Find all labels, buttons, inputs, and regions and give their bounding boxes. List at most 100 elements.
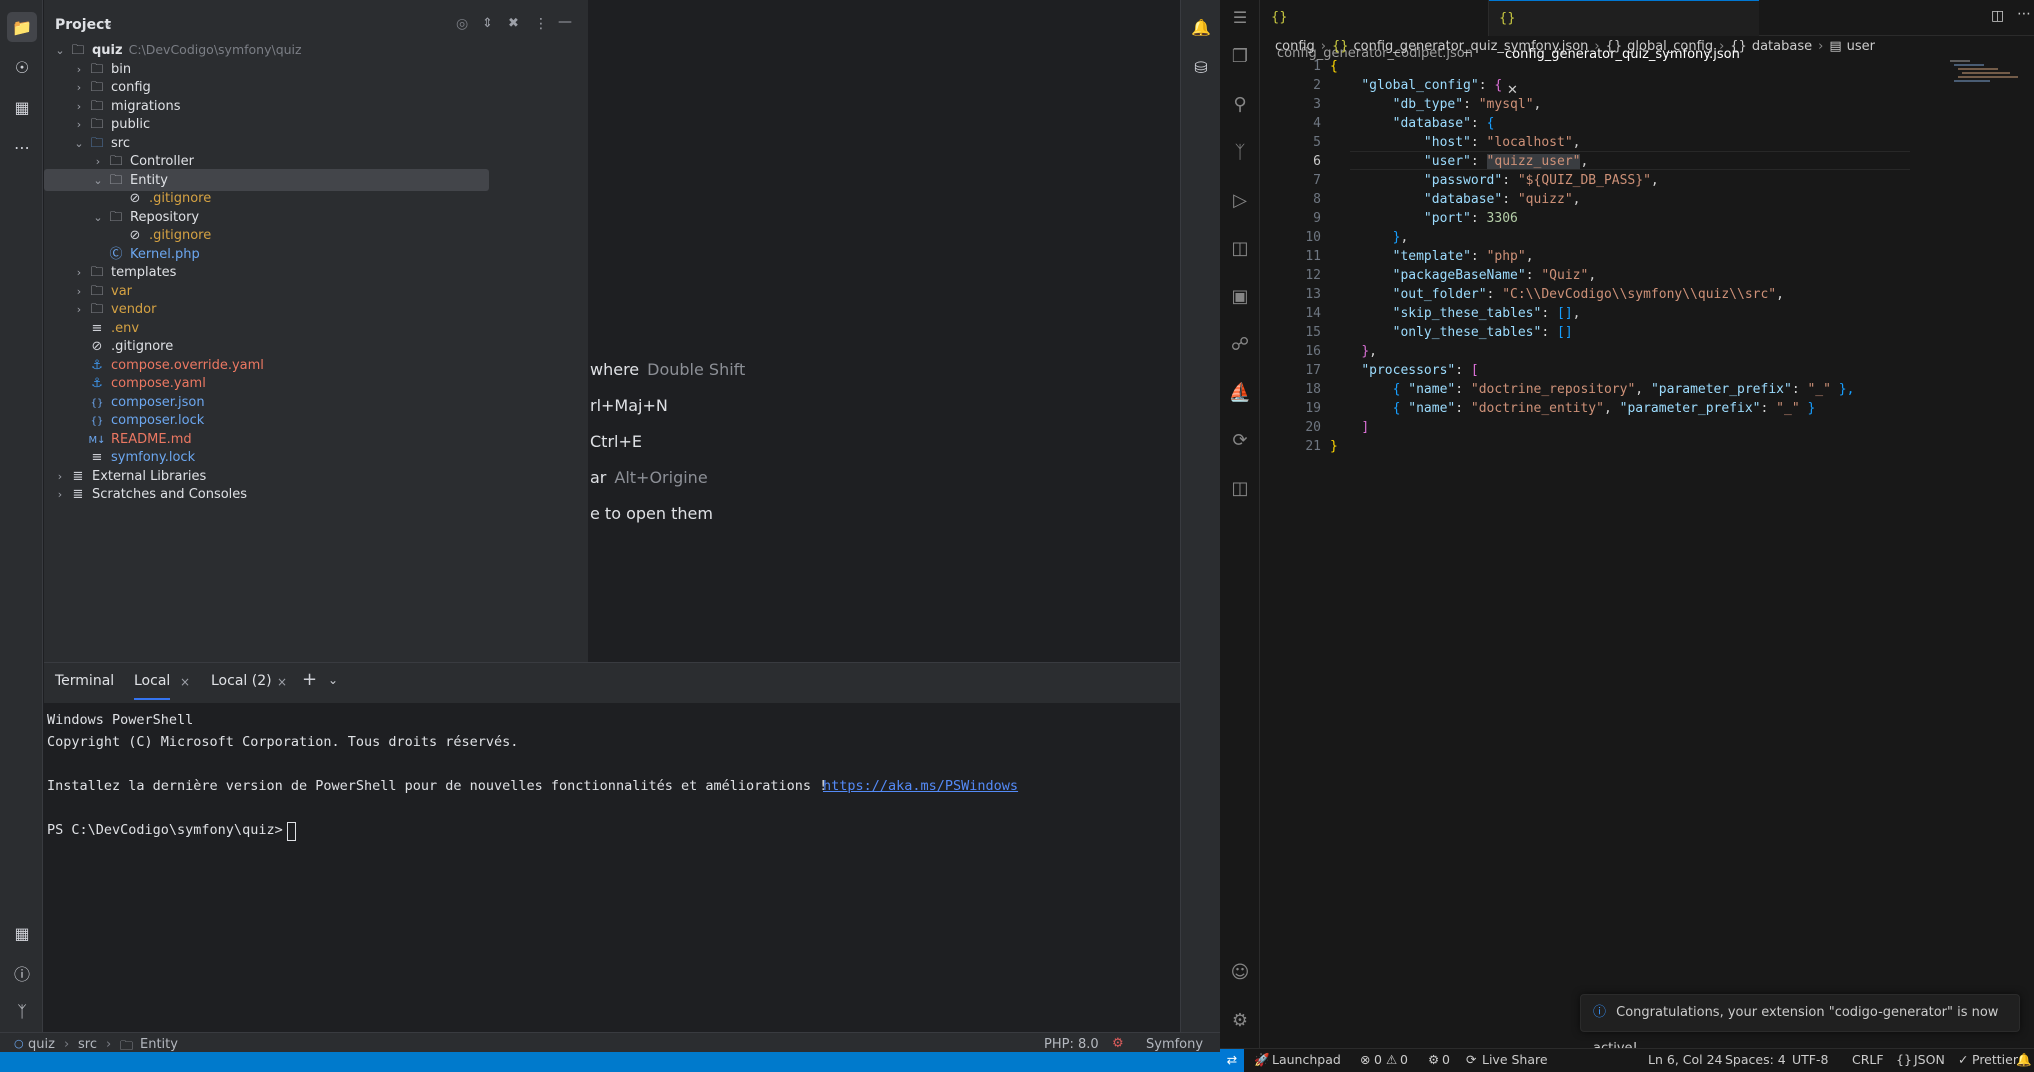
project-tool-button[interactable]: 📁 xyxy=(7,12,37,42)
expand-all-icon[interactable]: ⇕ xyxy=(482,16,493,31)
framework-label[interactable]: Symfony xyxy=(1146,1037,1203,1052)
more-tools-button[interactable]: ⋯ xyxy=(7,132,37,162)
hint-text: rl+Maj+N xyxy=(590,396,668,415)
chevron-right-icon: › xyxy=(106,1037,112,1052)
tab-quiz-symfony[interactable]: {} config_generator_quiz_symfony.json ✕ xyxy=(1489,0,1759,98)
gitlens-icon[interactable]: ☍ xyxy=(1225,330,1255,360)
encoding[interactable]: UTF-8 xyxy=(1792,1049,1828,1071)
code-line: } xyxy=(1330,437,1338,456)
settings-gear-icon[interactable]: ⚙ xyxy=(1225,1006,1255,1036)
hide-icon[interactable]: — xyxy=(558,14,572,30)
code-token: , xyxy=(1650,173,1659,188)
folder-icon: 📁 xyxy=(12,17,32,37)
locate-icon[interactable]: ◎ xyxy=(456,16,468,32)
menu-icon[interactable]: ☰ xyxy=(1225,3,1255,33)
run-debug-icon[interactable]: ▷ xyxy=(1225,186,1255,216)
line-number: 17 xyxy=(1305,363,1321,378)
warning-count[interactable]: 0 xyxy=(1400,1049,1408,1071)
language-mode[interactable]: JSON xyxy=(1914,1049,1945,1071)
powershell-link[interactable]: https://aka.ms/PSWindows xyxy=(823,778,1018,794)
extension-notification[interactable]: ⓘ Congratulations, your extension "codig… xyxy=(1580,994,2020,1056)
status-crumb-quiz[interactable]: quiz xyxy=(28,1037,55,1052)
tree-item-label: composer.lock xyxy=(111,413,205,428)
extensions-icon[interactable]: ◫ xyxy=(1225,234,1255,264)
code-token: "_" xyxy=(1807,382,1831,397)
docker-icon[interactable]: ⛵ xyxy=(1225,378,1255,408)
git-tool-button[interactable]: ᛉ xyxy=(7,996,37,1026)
tree-item-label: .gitignore xyxy=(111,339,174,354)
commit-tool-button[interactable]: ☉ xyxy=(7,52,37,82)
remote-icon[interactable]: ⇄ xyxy=(1220,1049,1244,1072)
code-token: "password" xyxy=(1423,173,1503,188)
account-icon[interactable]: ☺ xyxy=(1225,958,1255,988)
tree-item-label: Controller xyxy=(130,154,194,169)
tree-item[interactable]: › ≣ Scratches and Consoles xyxy=(44,483,489,505)
code-line: { xyxy=(1330,57,1338,76)
status-crumb-src[interactable]: src xyxy=(78,1037,97,1052)
line-number: 13 xyxy=(1305,287,1321,302)
collapse-all-icon[interactable]: ✖ xyxy=(508,16,519,31)
check-icon: ✓ xyxy=(1958,1052,1969,1067)
breadcrumb-item[interactable]: config xyxy=(1275,39,1315,54)
ports-count[interactable]: 0 xyxy=(1442,1049,1450,1071)
code-token: 3306 xyxy=(1486,211,1518,226)
launchpad-button[interactable]: Launchpad xyxy=(1272,1049,1341,1071)
tree-item-path: C:\DevCodigo\symfony\quiz xyxy=(128,42,302,57)
code-line: "port": 3306 xyxy=(1330,209,1518,228)
new-tab-icon[interactable]: + xyxy=(302,669,317,690)
more-actions-icon[interactable]: ⋯ xyxy=(2017,6,2031,22)
indentation[interactable]: Spaces: 4 xyxy=(1725,1049,1786,1071)
breadcrumb-item[interactable]: config_generator_quiz_symfony.json xyxy=(1354,39,1589,54)
remote-explorer-icon[interactable]: ▣ xyxy=(1225,282,1255,312)
error-count[interactable]: 0 xyxy=(1374,1049,1382,1071)
live-share-button[interactable]: Live Share xyxy=(1482,1049,1548,1071)
tab-codipet[interactable]: {} config_generator_codipet.json xyxy=(1261,0,1489,61)
options-icon[interactable]: ⋮ xyxy=(534,16,548,32)
chevron-down-icon[interactable]: ⌄ xyxy=(328,673,338,687)
formatter[interactable]: Prettier xyxy=(1972,1049,2018,1071)
code-line: "database": { xyxy=(1330,114,1495,133)
tree-item-label: bin xyxy=(111,61,132,77)
string-icon: ▤ xyxy=(1829,39,1842,54)
minimap[interactable] xyxy=(1950,58,2020,98)
tab-local[interactable]: Local xyxy=(134,673,171,700)
breadcrumb-item[interactable]: user xyxy=(1847,39,1875,54)
search-icon[interactable]: ⚲ xyxy=(1225,90,1255,120)
json-icon: {} xyxy=(1499,11,1516,26)
source-control-icon[interactable]: ᛉ xyxy=(1225,138,1255,168)
project-title[interactable]: Project xyxy=(55,17,111,33)
tab-local-2[interactable]: Local (2) xyxy=(211,673,272,689)
close-icon[interactable]: × xyxy=(180,675,190,689)
scratches-icon: ≣ xyxy=(72,487,84,502)
database-tool-button[interactable]: ⛁ xyxy=(1186,52,1216,82)
bell-icon[interactable]: 🔔 xyxy=(2016,1049,2032,1071)
code-token: "template" xyxy=(1392,249,1471,264)
problems-tool-button[interactable]: ⓘ xyxy=(7,958,37,988)
tree-item-label: composer.json xyxy=(111,394,205,410)
live-share-icon[interactable]: ⟳ xyxy=(1225,426,1255,456)
cursor-position[interactable]: Ln 6, Col 24 xyxy=(1648,1049,1723,1071)
explorer-icon[interactable]: ❐ xyxy=(1225,42,1255,72)
code-token: : xyxy=(1502,173,1518,188)
terminal-tool-button[interactable]: ▦ xyxy=(7,918,37,948)
php-version[interactable]: PHP: 8.0 xyxy=(1044,1037,1099,1052)
inspection-icon[interactable]: ⚙ xyxy=(1112,1036,1124,1051)
breadcrumb-item[interactable]: global_config xyxy=(1627,39,1713,54)
close-icon[interactable]: × xyxy=(277,675,287,689)
notifications-button[interactable]: 🔔 xyxy=(1186,12,1216,42)
chevron-right-icon[interactable]: › xyxy=(52,484,68,506)
chevron-down-icon[interactable]: ⌄ xyxy=(104,17,113,30)
code-token: : xyxy=(1455,363,1471,378)
line-number: 1 xyxy=(1313,59,1321,74)
breadcrumb-item[interactable]: database xyxy=(1752,39,1812,54)
tree-item-label: Repository xyxy=(130,209,200,225)
status-crumb-entity[interactable]: Entity xyxy=(140,1037,178,1052)
hint-text: Ctrl+E xyxy=(590,432,642,451)
split-editor-icon[interactable]: ◫ xyxy=(1991,8,2004,24)
code-line: { "name": "doctrine_repository", "parame… xyxy=(1330,380,1855,399)
line-ending[interactable]: CRLF xyxy=(1852,1049,1884,1071)
structure-tool-button[interactable]: ▦ xyxy=(7,92,37,122)
comments-icon[interactable]: ◫ xyxy=(1225,474,1255,504)
